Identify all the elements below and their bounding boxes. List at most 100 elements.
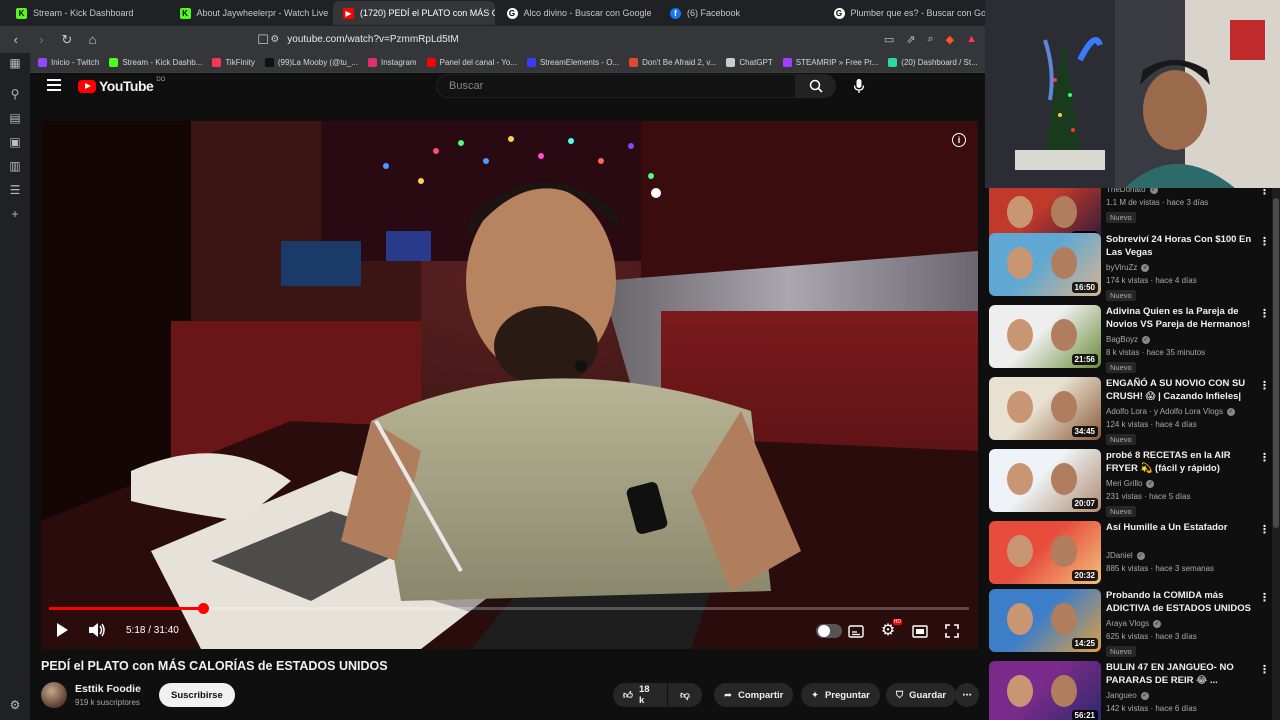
bookmark-icon[interactable]: ☐ (255, 32, 271, 48)
recommended-video[interactable]: 14:25 Probando la COMIDA más ADICTIVA de … (989, 589, 1272, 657)
recommended-video-title[interactable]: Adivina Quien es la Pareja de Novios VS … (1106, 305, 1256, 331)
bookmark-item[interactable]: Inicio - Twitch (38, 58, 99, 67)
info-icon[interactable]: i (952, 133, 966, 147)
tab-kick-dashboard[interactable]: K Stream - Kick Dashboard (6, 1, 168, 25)
settings-button[interactable]: ⚙ HD (879, 619, 902, 639)
bookmark-item[interactable]: STEAMRIP » Free Pr... (782, 58, 878, 67)
volume-button[interactable] (87, 621, 107, 639)
bookmark-item[interactable]: TikFinity (212, 58, 255, 67)
recommended-video[interactable]: 20:32 Así Humille a Un Estafador JDaniel ✓ 8… (989, 521, 1272, 587)
video-thumbnail[interactable]: 14:25 (989, 589, 1101, 652)
forward-icon[interactable]: › (34, 32, 50, 47)
bookmark-item[interactable]: Panel del canal - Yo... (426, 58, 517, 67)
tab-youtube-video[interactable]: ▶(1720) PEDÍ el PLATO con MÁS C✕ (333, 1, 495, 25)
tab-google-plumber[interactable]: GPlumber que es? - Buscar con Google (824, 1, 985, 25)
rewards-icon[interactable]: ▲ (966, 33, 977, 46)
progress-bar[interactable] (49, 603, 969, 614)
scrollbar[interactable] (1272, 188, 1280, 720)
bookmarks-icon[interactable]: ▥ (9, 159, 20, 173)
voice-search-button[interactable] (846, 74, 872, 98)
back-icon[interactable]: ‹ (8, 32, 24, 47)
youtube-logo[interactable]: YouTube DO (78, 77, 165, 94)
video-thumbnail[interactable]: 20:32 (989, 521, 1101, 584)
recommended-video[interactable]: 16:50 Sobreviví 24 Horas Con $100 En Las … (989, 233, 1272, 301)
save-button[interactable]: ⛉ Guardar (886, 683, 957, 707)
home-icon[interactable]: ⌂ (85, 32, 101, 47)
more-options-icon[interactable]: ⋮ (1259, 451, 1270, 464)
ask-button[interactable]: ✦ Preguntar (801, 683, 880, 707)
recommended-channel[interactable]: TheDonato ✓ (1106, 188, 1158, 194)
video-player[interactable]: i 5:18 / 31:40 ⚙ HD (41, 121, 978, 649)
more-actions-button[interactable]: ⋯ (955, 683, 979, 707)
bookmark-item[interactable]: Instagram (367, 58, 417, 67)
video-thumbnail[interactable]: 56:21 (989, 661, 1101, 720)
recommended-video-title[interactable]: Probando la COMIDA más ADICTIVA de ESTAD… (1106, 589, 1256, 615)
search-button[interactable] (796, 74, 836, 98)
recommended-video-title[interactable]: Sobreviví 24 Horas Con $100 En Las Vegas (1106, 233, 1256, 259)
more-options-icon[interactable]: ⋮ (1259, 307, 1270, 320)
video-thumbnail[interactable]: 20:07 (989, 449, 1101, 512)
recommended-channel[interactable]: byViruZz ✓ (1106, 263, 1150, 272)
bookmark-item[interactable]: ChatGPT (726, 58, 773, 67)
tab-google-alco[interactable]: G Alco divino - Buscar con Google (497, 1, 659, 25)
bookmark-item[interactable]: Stream - Kick Dashb... (109, 58, 202, 67)
recommended-channel[interactable]: Araya Vlogs ✓ (1106, 619, 1162, 628)
tab-jaywheelerpr[interactable]: K About Jaywheelerpr - Watch Live on (170, 1, 331, 25)
channel-name[interactable]: Esttik Foodie (75, 683, 141, 695)
subscribe-button[interactable]: Suscribirse (159, 683, 235, 707)
miniplayer-button[interactable] (911, 623, 929, 639)
zoom-icon[interactable]: ⌕ (927, 33, 933, 46)
share-icon[interactable]: ⇗ (906, 33, 915, 46)
menu-icon[interactable] (47, 79, 61, 94)
recommended-channel[interactable]: Adolfo Lora · y Adolfo Lora Vlogs ✓ (1106, 407, 1235, 416)
share-button[interactable]: ➦ Compartir (714, 683, 794, 707)
reading-list-icon[interactable]: ☰ (10, 183, 21, 197)
bookmark-item[interactable]: Don't Be Afraid 2, v... (629, 58, 716, 67)
recommended-video[interactable]: 34:45 ENGAÑÓ A SU NOVIO CON SU CRUSH! 😱 |… (989, 377, 1272, 445)
tab-facebook[interactable]: f (6) Facebook (660, 1, 822, 25)
reload-icon[interactable]: ↻ (59, 32, 75, 48)
search-input[interactable]: Buscar (436, 74, 796, 98)
more-options-icon[interactable]: ⋮ (1259, 523, 1270, 536)
like-button[interactable]: 👍︎ 18 k (613, 683, 667, 707)
more-options-icon[interactable]: ⋮ (1259, 379, 1270, 392)
video-thumbnail[interactable]: 34:45 (989, 377, 1101, 440)
video-thumbnail[interactable]: 21:56 (989, 305, 1101, 368)
brave-shield-icon[interactable]: ◆ (946, 33, 954, 46)
autoplay-toggle[interactable] (816, 624, 842, 638)
channel-avatar[interactable] (41, 682, 67, 708)
dislike-button[interactable]: 👎︎ (668, 683, 702, 707)
subtitles-button[interactable] (847, 623, 865, 639)
site-info-icon[interactable]: ⚙ (270, 34, 279, 45)
video-thumbnail[interactable]: 16:50 (989, 233, 1101, 296)
recommended-channel[interactable]: Meri Grillo ✓ (1106, 479, 1155, 488)
wallet-icon[interactable]: ▣ (9, 135, 20, 149)
recommended-video-title[interactable]: Así Humille a Un Estafador (1106, 521, 1256, 534)
recommended-video-title[interactable]: probé 8 RECETAS en la AIR FRYER 💫 (fácil… (1106, 449, 1256, 475)
scrollbar-thumb[interactable] (1273, 198, 1279, 528)
recommended-video[interactable]: 21:56 Adivina Quien es la Pareja de Novio… (989, 305, 1272, 373)
apps-grid-icon[interactable]: ▦ (9, 56, 20, 70)
settings-gear-icon[interactable]: ⚙ (10, 698, 21, 712)
play-button[interactable] (53, 621, 71, 639)
recommended-video-title[interactable]: BULIN 47 EN JANGUEO- NO PARARAS DE REIR … (1106, 661, 1256, 687)
more-options-icon[interactable]: ⋮ (1259, 188, 1270, 197)
bookmark-item[interactable]: (99)La Mooby (@tu_... (264, 58, 358, 67)
fullscreen-button[interactable] (943, 623, 961, 639)
bookmark-item[interactable]: (20) Dashboard / St... (888, 58, 978, 67)
recommended-video[interactable]: 20:07 probé 8 RECETAS en la AIR FRYER 💫 (… (989, 449, 1272, 517)
more-options-icon[interactable]: ⋮ (1259, 663, 1270, 676)
rocket-icon[interactable]: ⚲ (11, 87, 20, 101)
recommended-video[interactable]: 56:21 BULIN 47 EN JANGUEO- NO PARARAS DE … (989, 661, 1272, 720)
news-icon[interactable]: ▤ (9, 111, 20, 125)
recommended-channel[interactable]: JDaniel ✓ (1106, 551, 1145, 560)
more-options-icon[interactable]: ⋮ (1259, 235, 1270, 248)
more-options-icon[interactable]: ⋮ (1259, 591, 1270, 604)
recommended-video-title[interactable]: ENGAÑÓ A SU NOVIO CON SU CRUSH! 😱 | Caza… (1106, 377, 1256, 403)
url-field[interactable]: ⚙ youtube.com/watch?v=PzmmRpLd5tM (270, 34, 874, 45)
recommended-channel[interactable]: BagBoyz ✓ (1106, 335, 1151, 344)
bookmark-item[interactable]: StreamElements - O... (526, 58, 619, 67)
add-panel-icon[interactable]: + (11, 207, 18, 221)
screen-icon[interactable]: ▭ (884, 33, 894, 46)
recommended-channel[interactable]: Jangueo ✓ (1106, 691, 1149, 700)
